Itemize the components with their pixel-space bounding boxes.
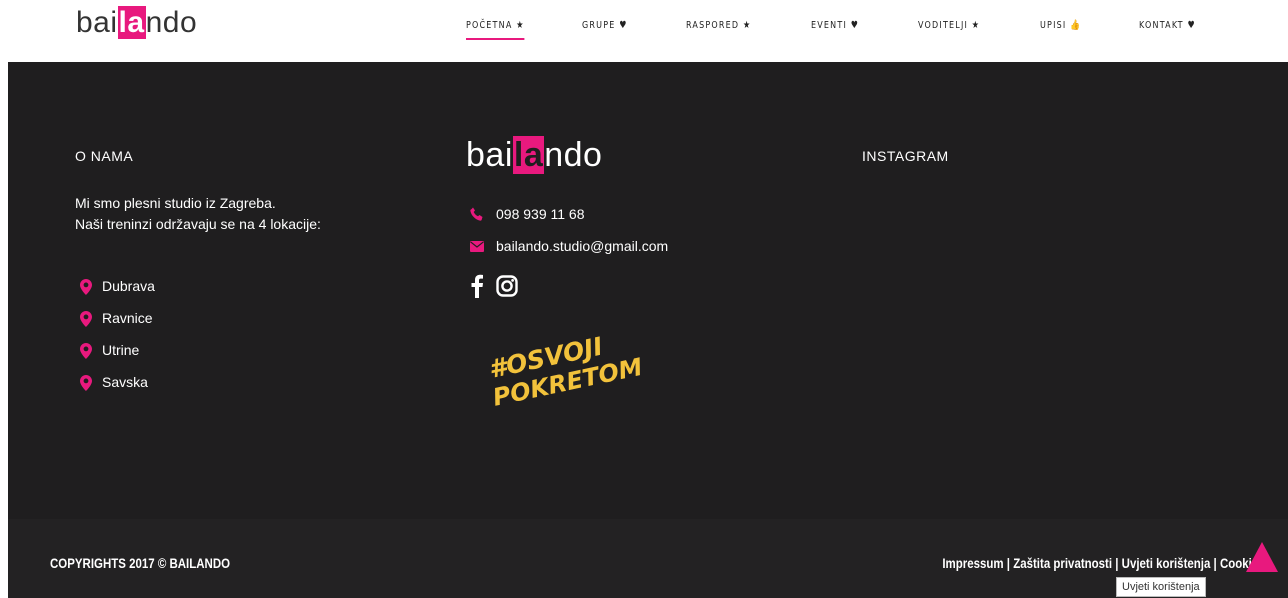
about-line-2: Naši treninzi održavaju se na 4 lokacije… (75, 216, 321, 232)
map-pin-icon (80, 375, 92, 391)
facebook-icon[interactable] (470, 274, 484, 298)
map-pin-icon (80, 279, 92, 295)
nav-item-voditelji[interactable]: VODITELJI ★ (918, 20, 980, 31)
location-name: Savska (102, 374, 148, 390)
footer-logo-start: bai (466, 136, 513, 174)
email-address: bailando.studio@gmail.com (496, 238, 669, 254)
footer-logo-accent: la (512, 136, 545, 174)
legal-links: Impressum | Zaštita privatnosti | Uvjeti… (942, 555, 1258, 571)
phone-number: 098 939 11 68 (496, 206, 585, 222)
link-separator: | (1111, 555, 1122, 571)
about-text: Mi smo plesni studio iz Zagreba. Naši tr… (75, 193, 321, 235)
copyright-text: COPYRIGHTS 2017 © BAILANDO (50, 555, 231, 571)
location-list: Dubrava Ravnice Utrine Savska (80, 278, 155, 406)
link-separator: | (1210, 555, 1220, 571)
link-tooltip: Uvjeti korištenja (1116, 577, 1206, 597)
footer-logo-end: ndo (544, 136, 603, 174)
terms-link[interactable]: Uvjeti korištenja (1121, 555, 1210, 571)
nav-item-eventi[interactable]: EVENTI ♥ (811, 20, 859, 31)
impressum-link[interactable]: Impressum (942, 555, 1003, 571)
location-item: Dubrava (80, 278, 155, 310)
about-title: O NAMA (75, 148, 134, 164)
link-separator: | (1003, 555, 1013, 571)
bottom-bar: COPYRIGHTS 2017 © BAILANDO Impressum | Z… (8, 519, 1288, 598)
map-pin-icon (80, 343, 92, 359)
location-item: Utrine (80, 342, 155, 374)
arrow-up-icon (1246, 542, 1278, 572)
instagram-icon[interactable] (496, 275, 518, 297)
nav-item-upisi[interactable]: UPISI 👍 (1040, 20, 1081, 31)
footer-logo: bailando (466, 136, 602, 175)
nav-item-pocetna[interactable]: POČETNA ★ (466, 20, 525, 40)
scroll-to-top-button[interactable] (1246, 542, 1278, 572)
nav-item-raspored[interactable]: RASPORED ★ (686, 20, 751, 31)
slogan-image: #OSVOJI POKRETOM (486, 332, 645, 410)
social-links (470, 274, 518, 298)
location-name: Utrine (102, 342, 140, 358)
nav-item-grupe[interactable]: GRUPE ♥ (582, 20, 628, 31)
privacy-link[interactable]: Zaštita privatnosti (1013, 555, 1112, 571)
main-nav: POČETNA ★ GRUPE ♥ RASPORED ★ EVENTI ♥ VO… (8, 20, 1288, 50)
about-line-1: Mi smo plesni studio iz Zagreba. (75, 195, 276, 211)
location-name: Dubrava (102, 278, 155, 294)
instagram-title: INSTAGRAM (862, 148, 949, 164)
location-item: Savska (80, 374, 155, 406)
site-header: bailando POČETNA ★ GRUPE ♥ RASPORED ★ EV… (8, 0, 1288, 62)
phone-row[interactable]: 098 939 11 68 (470, 206, 585, 222)
footer-main: O NAMA Mi smo plesni studio iz Zagreba. … (8, 62, 1288, 519)
page: bailando POČETNA ★ GRUPE ♥ RASPORED ★ EV… (8, 0, 1288, 598)
location-item: Ravnice (80, 310, 155, 342)
map-pin-icon (80, 311, 92, 327)
location-name: Ravnice (102, 310, 153, 326)
envelope-icon (470, 240, 484, 252)
email-row[interactable]: bailando.studio@gmail.com (470, 238, 668, 254)
nav-item-kontakt[interactable]: KONTAKT ♥ (1139, 20, 1196, 31)
phone-icon (470, 207, 483, 221)
